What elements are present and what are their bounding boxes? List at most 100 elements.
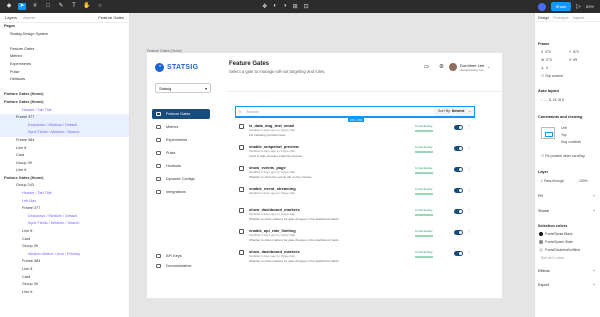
layer-row[interactable]: Input Fields / Medium / Search	[0, 129, 129, 137]
opacity-field[interactable]: 100%	[579, 179, 588, 183]
nav-item[interactable]: Dynamic Configs	[152, 174, 210, 184]
pen-tool-icon[interactable]: ✎	[57, 3, 65, 10]
present-icon[interactable]: ▷	[576, 3, 581, 10]
component-icon[interactable]: ❖	[262, 3, 267, 10]
layer-row[interactable]: Line 8	[0, 145, 129, 153]
add-effect-icon[interactable]: +	[593, 269, 595, 273]
add-stroke-icon[interactable]: +	[593, 209, 595, 213]
constraint-horizontal[interactable]: Left	[561, 126, 567, 130]
more-icon[interactable]: ⋮	[467, 229, 471, 234]
layer-row[interactable]: Left Nav	[0, 198, 129, 206]
h-field[interactable]: H 89	[569, 58, 577, 62]
nav-item[interactable]: Metrics	[152, 122, 210, 132]
canvas[interactable]: Feature Gates (Home) ◔ STATSIG Statsig ▾…	[130, 13, 534, 317]
layer-row[interactable]: Card	[0, 152, 129, 160]
gate-toggle[interactable]	[454, 188, 463, 193]
layer-row[interactable]: Frame 377	[0, 205, 129, 213]
layer-row[interactable]	[0, 84, 129, 92]
layer-row[interactable]: Line 6	[0, 167, 129, 175]
more-icon[interactable]: ⋮	[467, 187, 471, 192]
layer-row[interactable]: Group 39	[0, 243, 129, 251]
gate-row[interactable]: enable_event_streaming Modified 3 days ag…	[235, 185, 475, 203]
figma-menu-icon[interactable]: ◆	[5, 3, 13, 10]
zoom-level[interactable]: 69%	[586, 4, 594, 9]
tab-assets[interactable]: Assets	[23, 15, 35, 20]
blend-mode[interactable]: ◐ Pass through	[541, 179, 564, 183]
layer-row[interactable]: Frame 377	[0, 114, 129, 122]
gate-toggle[interactable]	[454, 230, 463, 235]
layer-row[interactable]: Group 243	[0, 182, 129, 190]
layer-row[interactable]: Feature Gates (Home)	[0, 175, 129, 183]
boolean-icon[interactable]: ⊞	[293, 3, 298, 10]
tab-inspect[interactable]: Inspect	[573, 16, 585, 20]
rotation-field[interactable]: ∠ 0	[541, 66, 548, 70]
gate-row[interactable]: enable_snapshot_preview Modified 3 days a…	[235, 143, 475, 161]
gate-toggle[interactable]	[454, 125, 463, 130]
layer-row[interactable]: Header / Tab Title	[0, 190, 129, 198]
gate-toggle[interactable]	[454, 146, 463, 151]
color-row[interactable]: Fonts/Disabled/Unfilled	[539, 248, 580, 253]
app-frame[interactable]: ◔ STATSIG Statsig ▾ Feature Gates Metrics…	[147, 53, 502, 298]
chat-icon[interactable]: ▭	[424, 64, 429, 70]
nav-item[interactable]: Feature Gates	[152, 109, 210, 119]
layer-row[interactable]: Group 39	[0, 281, 129, 289]
gate-row[interactable]: enable_api_rate_limiting Modified 3 days …	[235, 227, 475, 245]
gate-toggle[interactable]	[454, 167, 463, 172]
nav-item[interactable]: Holdouts	[152, 161, 210, 171]
comment-tool-icon[interactable]: ○	[96, 3, 104, 10]
layer-row[interactable]: Dropdown / Medium / Default	[0, 213, 129, 221]
gate-toggle[interactable]	[454, 209, 463, 214]
layer-row[interactable]: Card	[0, 274, 129, 282]
w-field[interactable]: W 273	[541, 58, 552, 62]
collaborator-avatar[interactable]	[537, 2, 546, 11]
tab-layers[interactable]: Layers	[5, 15, 17, 20]
more-icon[interactable]: ⋮	[467, 166, 471, 171]
layer-row[interactable]: Group 39	[0, 160, 129, 168]
layer-row[interactable]: Feature Gates (Home)	[0, 91, 129, 99]
file-name[interactable]: Feature Gates	[98, 15, 124, 20]
shape-tool-icon[interactable]: □	[44, 3, 52, 10]
layer-row[interactable]: Input Fields / Medium / Search	[0, 220, 129, 228]
constraints-widget[interactable]	[541, 127, 555, 139]
layer-row[interactable]: Frame 384	[0, 258, 129, 266]
add-export-icon[interactable]: +	[593, 283, 595, 287]
more-icon[interactable]: ⋮	[467, 208, 471, 213]
add-fill-icon[interactable]: +	[593, 194, 595, 198]
layer-row[interactable]	[0, 38, 129, 46]
layer-row[interactable]: Line 6	[0, 289, 129, 297]
gate-toggle[interactable]	[454, 251, 463, 256]
y-field[interactable]: Y 870	[569, 50, 579, 54]
color-row[interactable]: Fonts/Santa Black	[539, 232, 573, 237]
layer-row[interactable]: Feature Gates (Home)	[0, 99, 129, 107]
nav-item[interactable]: Experiments	[152, 135, 210, 145]
layer-row[interactable]: Card	[0, 236, 129, 244]
share-button[interactable]: Share	[550, 2, 572, 11]
layer-row[interactable]: Holdouts	[0, 76, 129, 84]
layer-row[interactable]: Experiments	[0, 61, 129, 69]
color-row[interactable]: Fonts/Space Slate	[539, 240, 573, 245]
layer-row[interactable]: Pulse	[0, 69, 129, 77]
text-tool-icon[interactable]: T	[70, 3, 78, 10]
nav-item[interactable]: Pulse	[152, 148, 210, 158]
layer-row[interactable]: Feature Gates	[0, 46, 129, 54]
gate-row[interactable]: is_data_dog_test_email Modified 3 days ag…	[235, 122, 475, 140]
nav-item[interactable]: Integrations	[152, 187, 210, 197]
gate-row[interactable]: show_events_page Modified 3 days ago by V…	[235, 164, 475, 182]
layer-row[interactable]: Statsig Design System	[0, 31, 129, 39]
gate-row[interactable]: show_dashboard_markers Modified 3 days ag…	[235, 248, 475, 266]
gear-icon[interactable]: ⚙	[439, 64, 444, 70]
move-tool-icon[interactable]: ➤	[18, 3, 26, 10]
layer-row[interactable]: Line 8	[0, 266, 129, 274]
clip-content-checkbox[interactable]: ☐ Clip content	[541, 74, 563, 78]
layer-row[interactable]: Header / Tab Title	[0, 107, 129, 115]
fix-scroll-checkbox[interactable]: ☐ Fix position when scrolling	[541, 154, 585, 158]
hand-tool-icon[interactable]: ✋	[83, 3, 91, 10]
layer-row[interactable]: Dropdown / Medium / Default	[0, 121, 129, 130]
layer-row[interactable]: Metrics	[0, 53, 129, 61]
sort-dropdown[interactable]: Sort By: Newest ⌄	[434, 107, 474, 116]
frame-tool-icon[interactable]: #	[31, 3, 39, 10]
project-dropdown[interactable]: Statsig ▾	[155, 83, 211, 93]
gate-row[interactable]: show_dashboard_markers Modified 3 days ag…	[235, 206, 475, 224]
layer-row[interactable]: Medium Button / Icon / Primary	[0, 251, 129, 259]
mask-icon[interactable]: ◐	[273, 3, 277, 10]
